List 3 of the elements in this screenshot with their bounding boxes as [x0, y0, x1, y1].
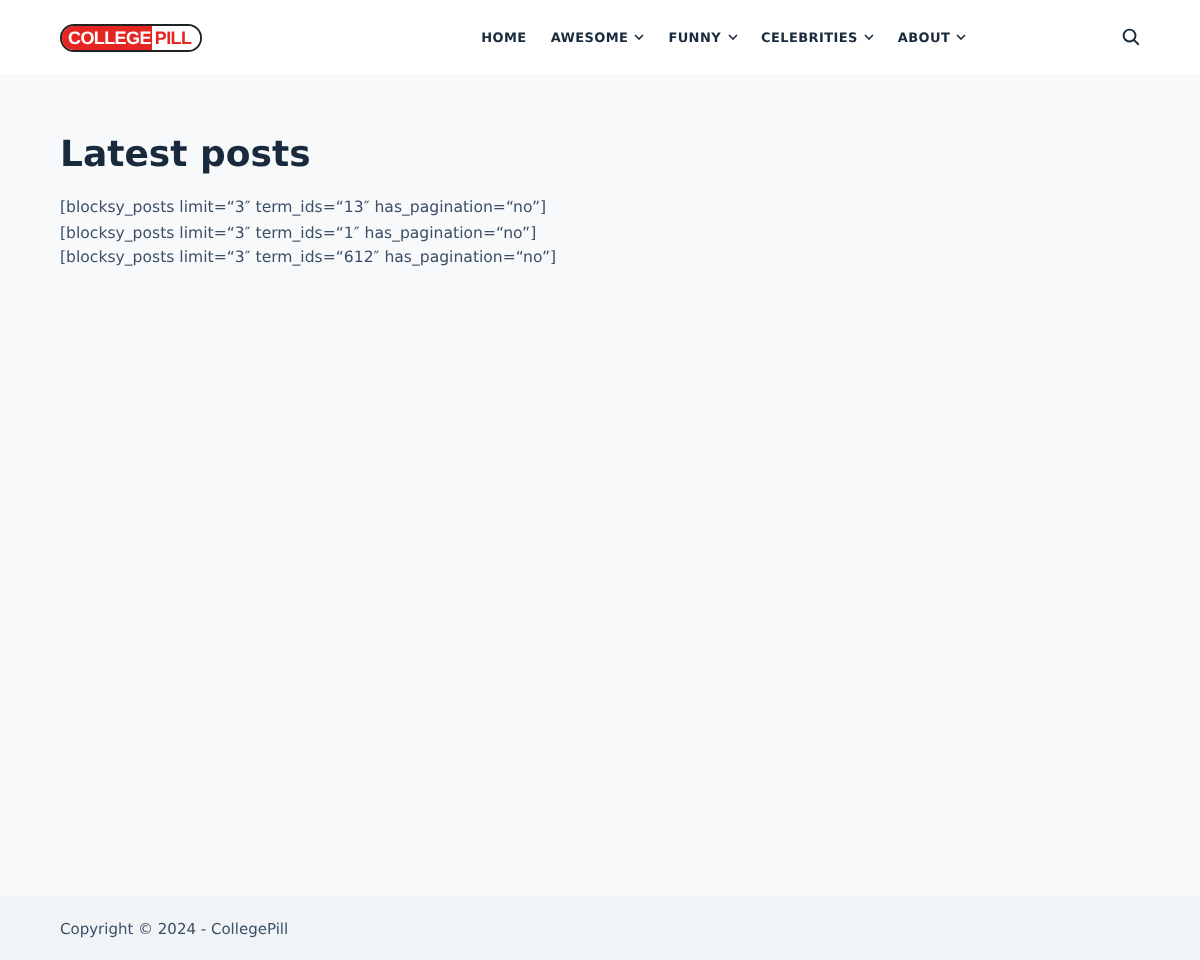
logo[interactable]: COLLEGE PILL [60, 23, 202, 51]
search-icon[interactable] [1122, 28, 1140, 46]
page-title: Latest posts [60, 134, 313, 176]
